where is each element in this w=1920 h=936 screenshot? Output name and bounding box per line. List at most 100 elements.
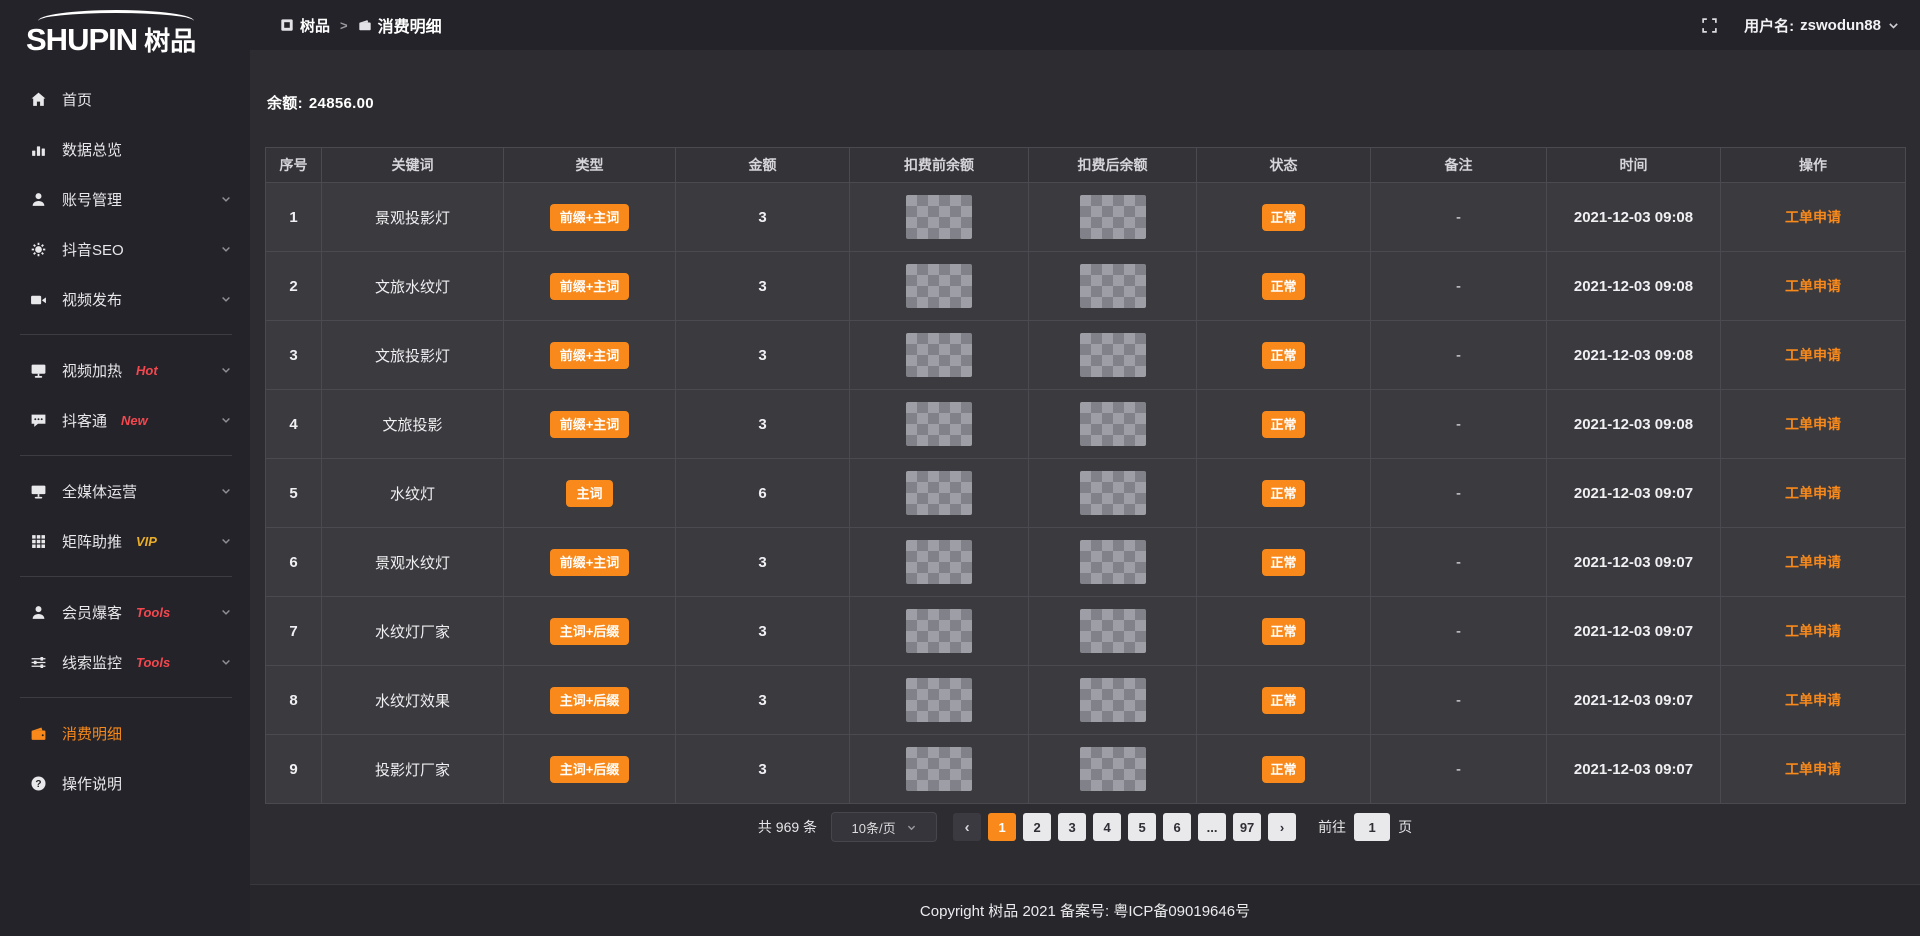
sidebar-divider — [20, 697, 232, 698]
work-order-link[interactable]: 工单申请 — [1785, 692, 1841, 708]
chevron-down-icon — [1887, 19, 1900, 32]
redacted-value — [1080, 264, 1146, 308]
user-icon — [30, 604, 47, 621]
grid-icon — [30, 533, 47, 550]
page-button-4[interactable]: 4 — [1093, 813, 1121, 841]
sidebar-item-account-management[interactable]: 账号管理 — [0, 174, 250, 224]
next-page-button[interactable]: › — [1268, 813, 1296, 841]
status-badge: 正常 — [1262, 273, 1304, 300]
work-order-link[interactable]: 工单申请 — [1785, 347, 1841, 363]
status-cell: 正常 — [1197, 183, 1371, 252]
status-badge: 正常 — [1262, 411, 1304, 438]
chevron-down-icon — [220, 606, 232, 618]
sidebar-item-video-heating[interactable]: 视频加热 Hot — [0, 345, 250, 395]
monitor-icon — [30, 483, 47, 500]
sliders-icon — [30, 654, 47, 671]
work-order-link[interactable]: 工单申请 — [1785, 209, 1841, 225]
col-amount: 金额 — [676, 148, 850, 183]
work-order-link[interactable]: 工单申请 — [1785, 761, 1841, 777]
table-row: 7 水纹灯厂家 主词+后缀 3 正常 - 2021-12-03 09:07 工单… — [266, 597, 1906, 666]
work-order-link[interactable]: 工单申请 — [1785, 623, 1841, 639]
action-cell: 工单申请 — [1721, 321, 1906, 390]
table-header-row: 序号 关键词 类型 金额 扣费前余额 扣费后余额 状态 备注 时间 操作 — [266, 148, 1906, 183]
sidebar-item-label: 会员爆客 — [62, 602, 122, 623]
keyword-cell: 景观投影灯 — [322, 183, 504, 252]
type-cell: 主词+后缀 — [504, 735, 676, 804]
sidebar-item-member-burst[interactable]: 会员爆客 Tools — [0, 587, 250, 637]
wallet-icon — [30, 725, 47, 742]
status-badge: 正常 — [1262, 204, 1304, 231]
page-button-6[interactable]: 6 — [1163, 813, 1191, 841]
breadcrumb-current: 消费明细 — [358, 13, 442, 37]
bar-chart-icon — [30, 141, 47, 158]
type-cell: 前缀+主词 — [504, 390, 676, 459]
goto-page-input[interactable] — [1354, 813, 1390, 841]
redacted-value — [1080, 678, 1146, 722]
goto-label: 前往 — [1318, 817, 1346, 837]
keyword-cell: 景观水纹灯 — [322, 528, 504, 597]
fullscreen-icon[interactable] — [1701, 17, 1718, 34]
breadcrumb-current-label: 消费明细 — [378, 13, 442, 37]
work-order-link[interactable]: 工单申请 — [1785, 278, 1841, 294]
work-order-link[interactable]: 工单申请 — [1785, 416, 1841, 432]
sidebar-item-instructions[interactable]: ? 操作说明 — [0, 758, 250, 808]
breadcrumb: 树品 > 消费明细 — [250, 13, 442, 37]
page-size-value: 10条/页 — [852, 818, 896, 837]
question-circle-icon: ? — [30, 775, 47, 792]
balance-before-cell — [850, 321, 1029, 390]
page-button-1[interactable]: 1 — [988, 813, 1016, 841]
chevron-down-icon — [220, 535, 232, 547]
user-dropdown[interactable]: 用户名: zswodun88 — [1744, 15, 1900, 36]
redacted-value — [906, 264, 972, 308]
page-ellipsis-button[interactable]: ... — [1198, 813, 1226, 841]
sidebar-item-label: 抖音SEO — [62, 239, 124, 260]
amount-cell: 6 — [676, 459, 850, 528]
redacted-value — [1080, 333, 1146, 377]
top-header: 树品 > 消费明细 用户名: zswodun88 — [250, 0, 1920, 50]
new-badge: New — [121, 413, 148, 428]
page-size-select[interactable]: 10条/页 — [831, 812, 937, 842]
page-button-5[interactable]: 5 — [1128, 813, 1156, 841]
work-order-link[interactable]: 工单申请 — [1785, 485, 1841, 501]
sidebar-item-video-publish[interactable]: 视频发布 — [0, 274, 250, 324]
chevron-down-icon — [220, 243, 232, 255]
sidebar-item-label: 全媒体运营 — [62, 481, 137, 502]
tools-badge: Tools — [136, 605, 170, 620]
page-button-2[interactable]: 2 — [1023, 813, 1051, 841]
balance-value: 24856.00 — [309, 95, 374, 112]
amount-cell: 3 — [676, 528, 850, 597]
remark-cell: - — [1371, 252, 1547, 321]
prev-page-button[interactable]: ‹ — [953, 813, 981, 841]
redacted-value — [1080, 747, 1146, 791]
sidebar-item-matrix-boost[interactable]: 矩阵助推 VIP — [0, 516, 250, 566]
sidebar-item-consumption-detail[interactable]: 消费明细 — [0, 708, 250, 758]
page-button-97[interactable]: 97 — [1233, 813, 1261, 841]
work-order-link[interactable]: 工单申请 — [1785, 554, 1841, 570]
main-content: 余额:24856.00 序号 关键词 类型 金额 扣费前余额 扣费后余额 状态 … — [250, 50, 1920, 884]
type-cell: 主词+后缀 — [504, 666, 676, 735]
sidebar-item-omnimedia-operation[interactable]: 全媒体运营 — [0, 466, 250, 516]
gear-icon — [30, 241, 47, 258]
page-button-3[interactable]: 3 — [1058, 813, 1086, 841]
type-badge: 主词+后缀 — [550, 756, 630, 783]
sidebar-item-label: 首页 — [62, 89, 92, 110]
breadcrumb-root[interactable]: 树品 — [280, 15, 330, 36]
balance-before-cell — [850, 735, 1029, 804]
amount-cell: 3 — [676, 321, 850, 390]
chevron-down-icon — [220, 293, 232, 305]
remark-cell: - — [1371, 735, 1547, 804]
sidebar-item-lead-monitoring[interactable]: 线索监控 Tools — [0, 637, 250, 687]
brand-logo[interactable]: SHUPIN 树品 — [0, 0, 250, 72]
sidebar-item-douyin-seo[interactable]: 抖音SEO — [0, 224, 250, 274]
col-keyword: 关键词 — [322, 148, 504, 183]
sidebar-item-home[interactable]: 首页 — [0, 74, 250, 124]
balance-after-cell — [1029, 735, 1197, 804]
sidebar-item-data-overview[interactable]: 数据总览 — [0, 124, 250, 174]
sidebar-item-doukentong[interactable]: 抖客通 New — [0, 395, 250, 445]
table-row: 3 文旅投影灯 前缀+主词 3 正常 - 2021-12-03 09:08 工单… — [266, 321, 1906, 390]
logo-arc — [38, 10, 194, 21]
type-cell: 前缀+主词 — [504, 183, 676, 252]
row-index: 6 — [266, 528, 322, 597]
svg-text:?: ? — [35, 778, 41, 789]
redacted-value — [1080, 540, 1146, 584]
